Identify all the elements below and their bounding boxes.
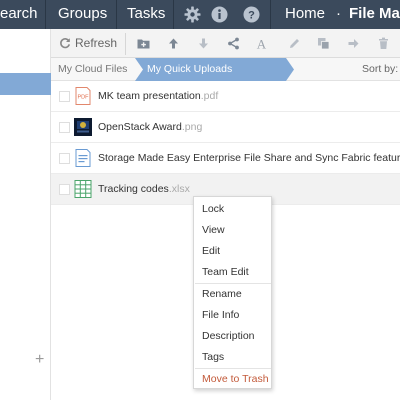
file-name[interactable]: Tracking codes.xlsx — [98, 174, 190, 205]
file-name[interactable]: Storage Made Easy Enterprise File Share … — [98, 143, 400, 174]
nav-divider — [45, 0, 46, 29]
file-extension: .png — [181, 121, 203, 133]
menu-item-tags[interactable]: Tags — [202, 351, 224, 363]
add-icon[interactable]: + — [35, 352, 44, 368]
file-name-base: OpenStack Award — [98, 121, 182, 133]
menu-item-view[interactable]: View — [202, 224, 225, 236]
nav-search[interactable]: earch — [0, 0, 38, 29]
new-folder-icon[interactable] — [137, 37, 150, 50]
refresh-button[interactable]: Refresh — [59, 36, 117, 50]
menu-item-team-edit[interactable]: Team Edit — [202, 266, 249, 278]
download-arrow-icon[interactable] — [197, 37, 210, 50]
image-thumbnail-icon — [74, 118, 92, 136]
pdf-file-icon: PDF — [75, 87, 91, 105]
row-checkbox[interactable] — [59, 153, 70, 164]
menu-item-rename[interactable]: Rename — [202, 288, 242, 300]
refresh-icon — [60, 38, 71, 49]
file-name-base: Storage Made Easy Enterprise File Share … — [98, 152, 400, 164]
edit-pencil-icon[interactable] — [288, 37, 301, 50]
nav-divider — [116, 0, 117, 29]
file-row[interactable]: OpenStack Award.png — [51, 112, 400, 143]
menu-item-edit[interactable]: Edit — [202, 245, 220, 257]
svg-text:A: A — [257, 37, 267, 50]
copy-icon[interactable] — [317, 37, 330, 50]
pdf-icon-text: PDF — [78, 95, 90, 101]
file-toolbar: Refresh A — [51, 29, 400, 58]
menu-item-description[interactable]: Description — [202, 330, 255, 342]
nav-groups[interactable]: Groups — [58, 0, 107, 29]
breadcrumb-cloud-files[interactable]: My Cloud Files — [51, 58, 137, 81]
menu-item-lock[interactable]: Lock — [202, 203, 224, 215]
nav-divider — [270, 0, 271, 29]
font-icon[interactable]: A — [255, 37, 268, 50]
breadcrumb-quick-uploads[interactable]: My Quick Uploads — [135, 58, 295, 81]
trash-icon[interactable] — [377, 37, 390, 50]
breadcrumb-quick-uploads-label: My Quick Uploads — [147, 63, 233, 75]
context-menu: Lock View Edit Team Edit Rename File Inf… — [193, 196, 272, 389]
nav-separator: · — [336, 5, 341, 22]
help-icon[interactable]: ? — [243, 6, 260, 23]
upload-arrow-icon[interactable] — [167, 37, 180, 50]
file-name-base: MK team presentation — [98, 90, 201, 102]
left-sidebar: + — [0, 29, 51, 400]
row-checkbox[interactable] — [59, 122, 70, 133]
file-row[interactable]: PDF MK team presentation.pdf — [51, 81, 400, 112]
file-name[interactable]: OpenStack Award.png — [98, 112, 202, 143]
file-name[interactable]: MK team presentation.pdf — [98, 81, 218, 112]
sidebar-active-item[interactable] — [0, 73, 51, 95]
spreadsheet-file-icon — [74, 180, 92, 198]
top-navigation-bar: earch Groups Tasks ? Home · File Ma — [0, 0, 400, 29]
row-checkbox[interactable] — [59, 184, 70, 195]
file-row[interactable]: Storage Made Easy Enterprise File Share … — [51, 143, 400, 174]
menu-divider — [195, 368, 271, 369]
nav-file-manager[interactable]: File Ma — [349, 0, 400, 29]
row-checkbox[interactable] — [59, 91, 70, 102]
menu-item-move-to-trash[interactable]: Move to Trash — [202, 373, 269, 385]
nav-divider — [173, 0, 174, 29]
gear-icon[interactable] — [184, 6, 201, 23]
menu-divider — [195, 283, 271, 284]
svg-text:?: ? — [248, 10, 255, 22]
refresh-label: Refresh — [75, 36, 118, 50]
toolbar-divider — [125, 33, 126, 55]
sort-by-label[interactable]: Sort by: — [362, 58, 398, 81]
nav-home[interactable]: Home — [285, 0, 325, 29]
move-arrow-icon[interactable] — [347, 37, 360, 50]
share-icon[interactable] — [227, 37, 240, 50]
file-name-base: Tracking codes — [98, 183, 169, 195]
info-icon[interactable] — [211, 6, 228, 23]
nav-tasks[interactable]: Tasks — [127, 0, 165, 29]
file-extension: .pdf — [200, 90, 219, 102]
breadcrumb: My Cloud Files My Quick Uploads Sort by: — [51, 58, 400, 81]
document-file-icon — [75, 149, 91, 167]
file-extension: .xlsx — [168, 183, 190, 195]
menu-item-file-info[interactable]: File Info — [202, 309, 239, 321]
